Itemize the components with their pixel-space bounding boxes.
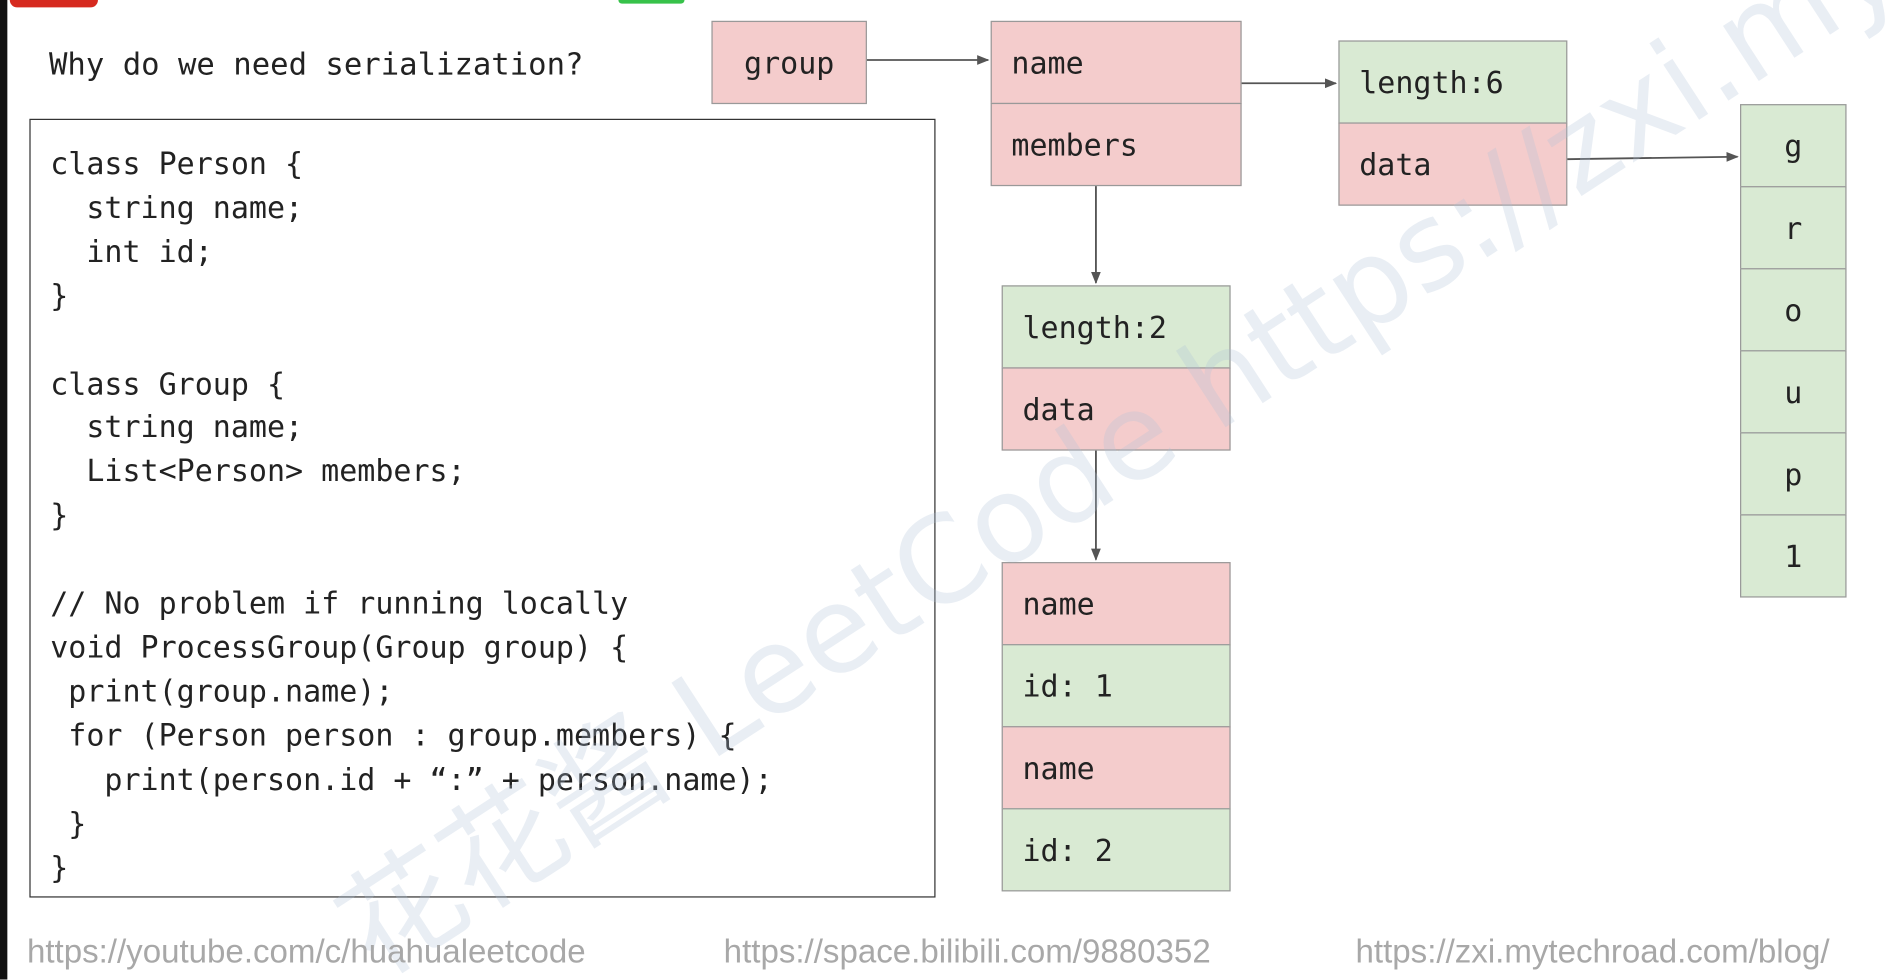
pointer-arrows (866, 55, 1739, 561)
footer-link-youtube[interactable]: https://youtube.com/c/huahualeetcode (27, 933, 586, 971)
arrow-data-to-chars (1567, 151, 1739, 162)
footer-link-blog[interactable]: https://zxi.mytechroad.com/blog/ (1356, 933, 1830, 971)
slide: Why do we need serialization? class Pers… (0, 0, 1898, 980)
footer-link-bilibili[interactable]: https://space.bilibili.com/9880352 (724, 933, 1211, 971)
